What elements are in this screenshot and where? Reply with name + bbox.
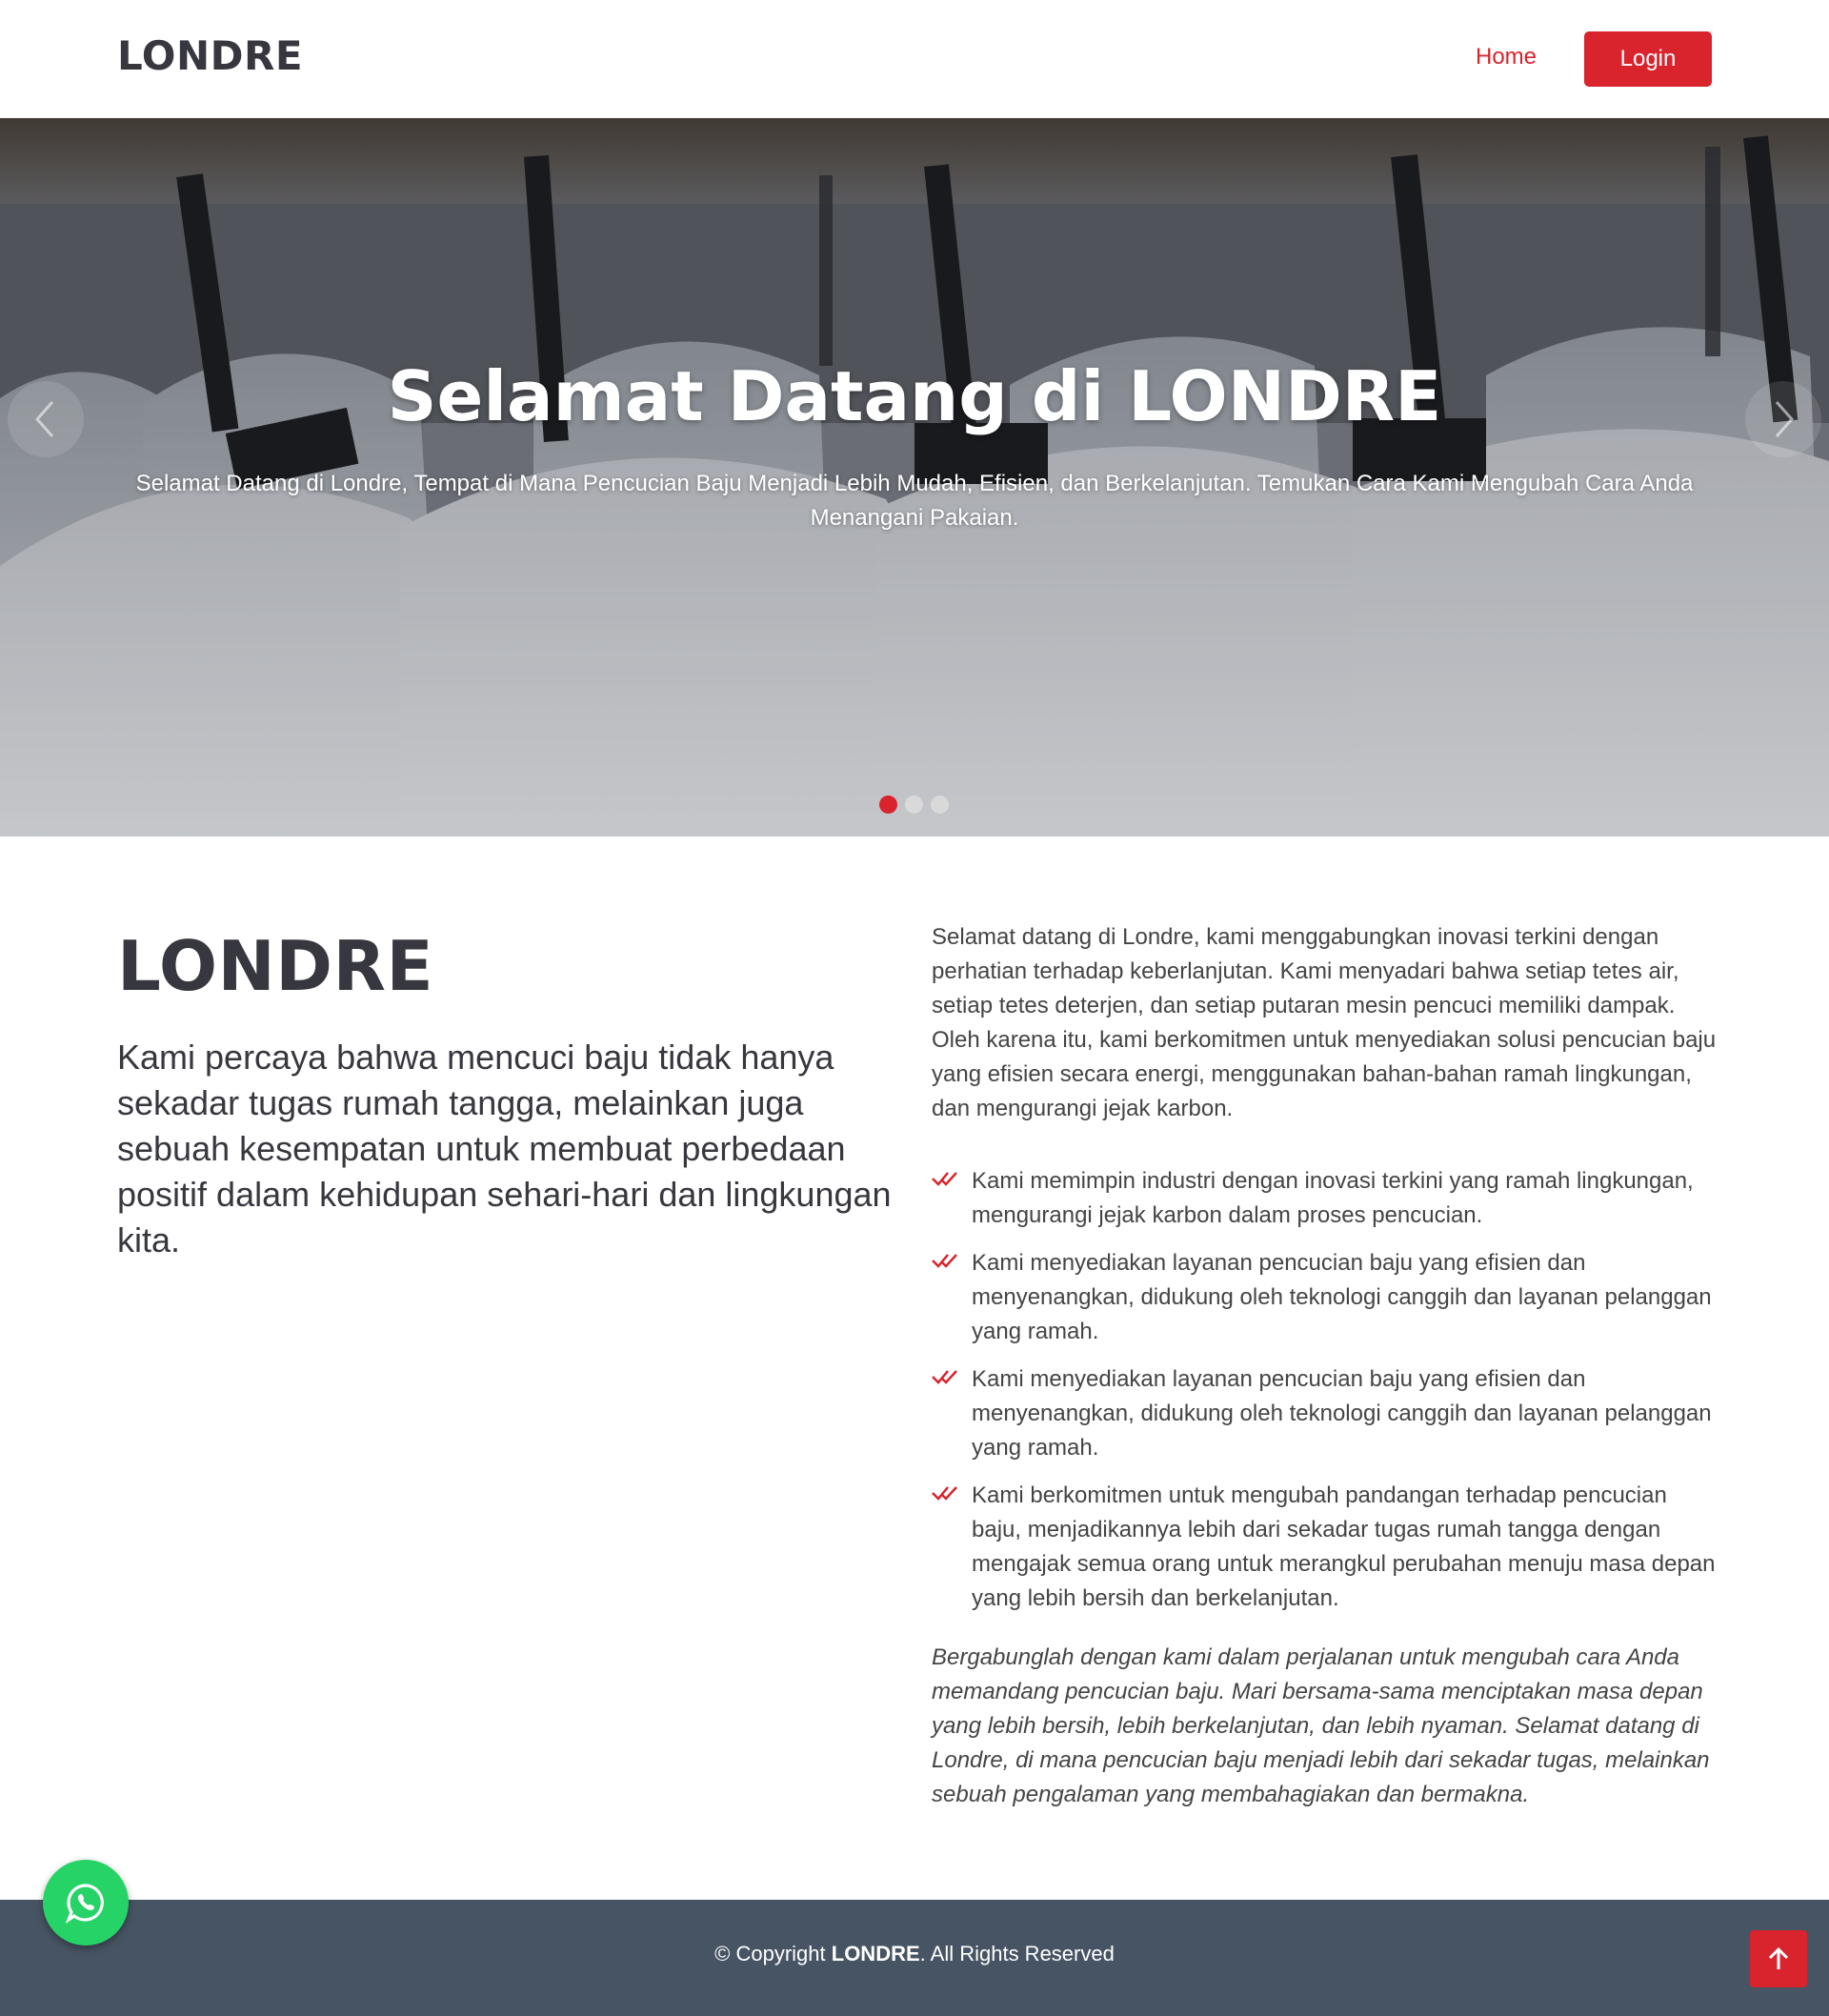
feature-item: Kami berkomitmen untuk mengubah pandanga… xyxy=(932,1479,1722,1616)
about-content: Selamat datang di Londre, kami menggabun… xyxy=(932,920,1722,1812)
about-closing: Bergabunglah dengan kami dalam perjalana… xyxy=(932,1644,1710,1807)
login-button[interactable]: Login xyxy=(1584,31,1712,87)
hero-carousel: Selamat Datang di LONDRE Selamat Datang … xyxy=(0,118,1829,837)
about-intro: Selamat datang di Londre, kami menggabun… xyxy=(932,924,1717,1121)
feature-list: Kami memimpin industri dengan inovasi te… xyxy=(932,1164,1722,1616)
hero-subtitle: Selamat Datang di Londre, Tempat di Mana… xyxy=(135,471,1694,531)
carousel-prev-button[interactable] xyxy=(8,381,84,457)
double-check-icon xyxy=(932,1172,957,1186)
site-footer: © Copyright LONDRE. All Rights Reserved xyxy=(0,1900,1829,2016)
chevron-right-icon xyxy=(1775,401,1795,437)
carousel-indicators xyxy=(879,796,949,814)
carousel-indicator-1[interactable] xyxy=(879,796,897,814)
feature-text: Kami memimpin industri dengan inovasi te… xyxy=(972,1168,1694,1228)
about-title: LONDRE xyxy=(117,926,434,1006)
double-check-icon xyxy=(932,1370,957,1384)
feature-text: Kami menyediakan layanan pencucian baju … xyxy=(972,1366,1712,1461)
copyright-prefix: © Copyright xyxy=(714,1942,832,1966)
copyright-suffix: . All Rights Reserved xyxy=(919,1942,1115,1966)
whatsapp-icon xyxy=(65,1884,104,1924)
feature-text: Kami menyediakan layanan pencucian baju … xyxy=(972,1250,1712,1344)
whatsapp-button[interactable] xyxy=(43,1860,129,1945)
carousel-indicator-3[interactable] xyxy=(931,796,949,814)
carousel-next-button[interactable] xyxy=(1745,381,1821,457)
copyright-brand: LONDRE xyxy=(831,1942,920,1966)
back-to-top-button[interactable] xyxy=(1750,1930,1807,1987)
feature-text: Kami berkomitmen untuk mengubah pandanga… xyxy=(972,1482,1716,1611)
feature-item: Kami memimpin industri dengan inovasi te… xyxy=(932,1164,1722,1233)
carousel-indicator-2[interactable] xyxy=(905,796,923,814)
chevron-left-icon xyxy=(34,401,54,437)
feature-item: Kami menyediakan layanan pencucian baju … xyxy=(932,1362,1722,1465)
copyright-text: © Copyright LONDRE. All Rights Reserved xyxy=(0,1942,1829,1966)
site-logo[interactable]: LONDRE xyxy=(117,32,303,79)
site-header: LONDRE Home Login xyxy=(0,0,1829,118)
about-lead-text: Kami percaya bahwa mencuci baju tidak ha… xyxy=(117,1038,892,1260)
nav-home-link[interactable]: Home xyxy=(1476,44,1537,71)
double-check-icon xyxy=(932,1486,957,1501)
hero-title: Selamat Datang di LONDRE xyxy=(387,356,1442,436)
arrow-up-icon xyxy=(1768,1946,1789,1969)
double-check-icon xyxy=(932,1254,957,1268)
feature-item: Kami menyediakan layanan pencucian baju … xyxy=(932,1246,1722,1349)
